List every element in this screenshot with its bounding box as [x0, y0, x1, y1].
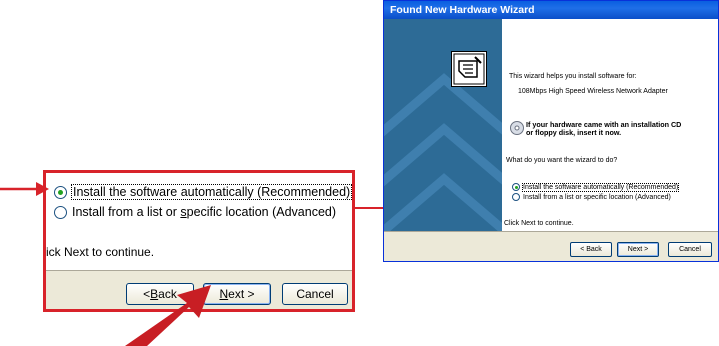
radio-selected-icon	[54, 185, 67, 199]
wizard-next-button[interactable]: Next >	[617, 242, 659, 257]
cd-instruction: If your hardware came with an installati…	[526, 120, 682, 137]
wizard-button-bar: < Back Next > Cancel	[384, 231, 718, 261]
radio-install-automatically-label: Install the software automatically (Reco…	[70, 184, 352, 200]
radio-selected-icon	[512, 183, 520, 191]
wizard-radio-auto-label: Install the software automatically (Reco…	[521, 182, 680, 192]
wizard-radio-manual[interactable]: Install from a list or specific location…	[512, 193, 671, 201]
wizard-question: What do you want the wizard to do?	[506, 157, 618, 164]
wizard-radio-auto[interactable]: Install the software automatically (Reco…	[512, 182, 680, 192]
wizard-cancel-button[interactable]: Cancel	[668, 242, 712, 257]
cancel-button[interactable]: Cancel	[282, 283, 348, 305]
pointer-arrow-left	[0, 182, 49, 196]
found-new-hardware-wizard: Found New Hardware Wizard This wizard he…	[383, 0, 719, 262]
cd-disk-icon	[510, 121, 524, 135]
radio-install-from-list[interactable]: Install from a list or specific location…	[54, 205, 336, 219]
device-name: 108Mbps High Speed Wireless Network Adap…	[518, 88, 668, 95]
pointer-arrow-next	[125, 285, 211, 346]
radio-unselected-icon	[512, 193, 520, 201]
radio-install-automatically[interactable]: Install the software automatically (Reco…	[54, 184, 352, 200]
continue-instruction: ick Next to continue.	[46, 245, 155, 259]
hardware-wizard-icon	[451, 51, 487, 87]
wizard-back-button[interactable]: < Back	[570, 242, 612, 257]
radio-install-from-list-label: Install from a list or specific location…	[72, 205, 337, 219]
wizard-radio-manual-label: Install from a list or specific location…	[523, 193, 671, 201]
radio-unselected-icon	[54, 205, 67, 219]
wizard-intro: This wizard helps you install software f…	[509, 73, 637, 80]
wizard-side-panel	[384, 19, 502, 231]
wizard-continue: Click Next to continue.	[504, 220, 574, 227]
wizard-title: Found New Hardware Wizard	[384, 1, 718, 19]
